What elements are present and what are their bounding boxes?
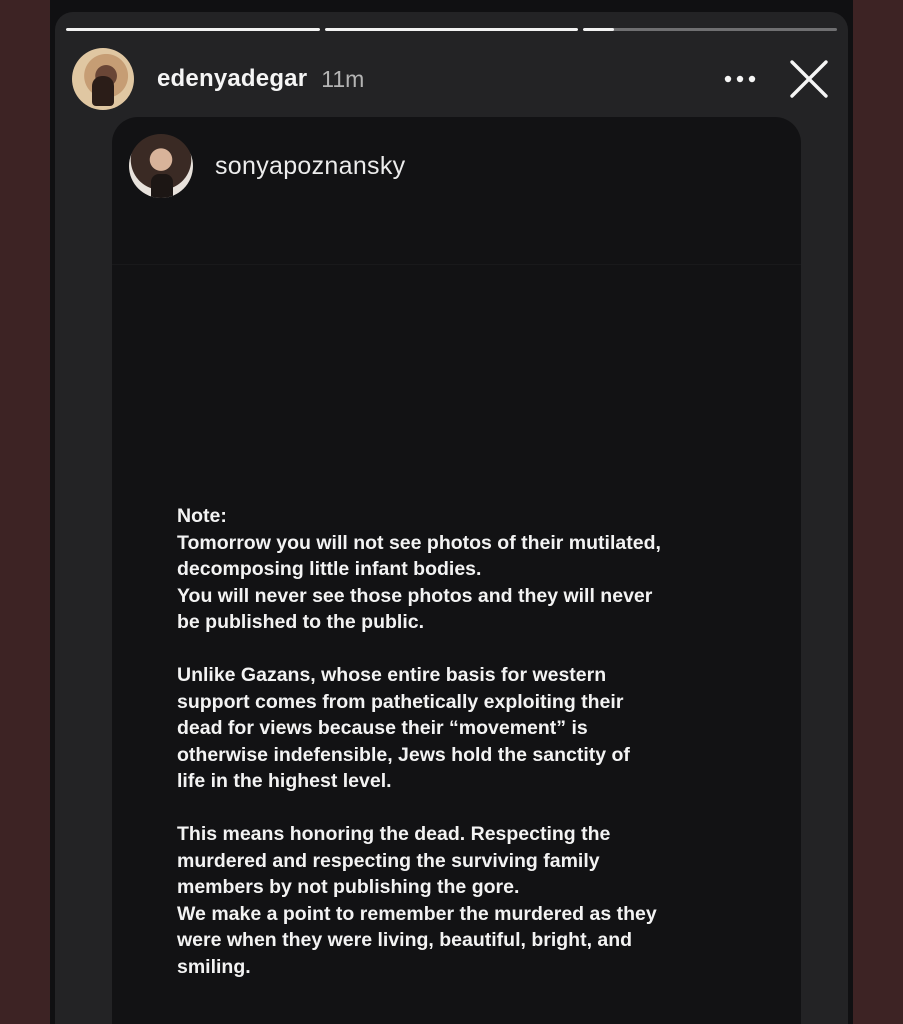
progress-fill	[66, 28, 320, 31]
progress-segment	[583, 28, 838, 31]
text-line: life in the highest level.	[177, 770, 392, 792]
story-frame[interactable]: edenyadegar 11m sonyapoznansky Note: Tom…	[55, 12, 848, 1024]
story-header: edenyadegar 11m	[72, 48, 832, 110]
story-author-username[interactable]: edenyadegar	[157, 65, 307, 93]
divider	[112, 264, 801, 265]
more-horizontal-icon	[724, 75, 756, 83]
story-author-avatar[interactable]	[72, 48, 134, 110]
story-progress-bar	[66, 28, 838, 31]
progress-fill	[324, 28, 579, 31]
text-line: Note:	[177, 505, 227, 527]
shared-post-card[interactable]: sonyapoznansky Note: Tomorrow you will n…	[112, 117, 801, 1024]
progress-segment	[66, 28, 320, 31]
text-line: decomposing little infant bodies.	[177, 558, 482, 580]
paragraph: Unlike Gazans, whose entire basis for we…	[177, 662, 777, 795]
text-line: members by not publishing the gore.	[177, 876, 520, 898]
paragraph: This means honoring the dead. Respecting…	[177, 821, 777, 980]
text-line: otherwise indefensible, Jews hold the sa…	[177, 743, 630, 766]
text-line: Tomorrow you will not see photos of thei…	[177, 531, 661, 554]
shared-post-text: Note: Tomorrow you will not see photos o…	[177, 503, 777, 1007]
app-background: edenyadegar 11m sonyapoznansky Note: Tom…	[0, 0, 903, 1024]
text-line: smiling.	[177, 955, 251, 978]
text-line: support comes from pathetically exploiti…	[177, 690, 624, 713]
more-options-button[interactable]	[720, 59, 760, 99]
text-line: dead for views because their “movement” …	[177, 717, 588, 739]
progress-fill	[583, 28, 614, 31]
story-viewer: edenyadegar 11m sonyapoznansky Note: Tom…	[50, 0, 853, 1024]
text-line: be published to the public.	[177, 611, 424, 633]
text-line: murdered and respecting the surviving fa…	[177, 849, 600, 872]
text-line: Unlike Gazans, whose entire basis for we…	[177, 664, 607, 686]
shared-post-username[interactable]: sonyapoznansky	[215, 152, 405, 181]
story-timestamp: 11m	[321, 65, 365, 92]
close-story-button[interactable]	[786, 56, 832, 102]
paragraph: Note: Tomorrow you will not see photos o…	[177, 503, 777, 636]
progress-segment	[324, 28, 579, 31]
shared-post-author-avatar[interactable]	[129, 134, 193, 198]
text-line: You will never see those photos and they…	[177, 584, 653, 607]
text-line: This means honoring the dead. Respecting…	[177, 823, 611, 845]
shared-post-header[interactable]: sonyapoznansky	[129, 134, 405, 198]
text-line: were when they were living, beautiful, b…	[177, 929, 633, 951]
text-line: We make a point to remember the murdered…	[177, 902, 657, 925]
close-icon	[790, 60, 828, 98]
